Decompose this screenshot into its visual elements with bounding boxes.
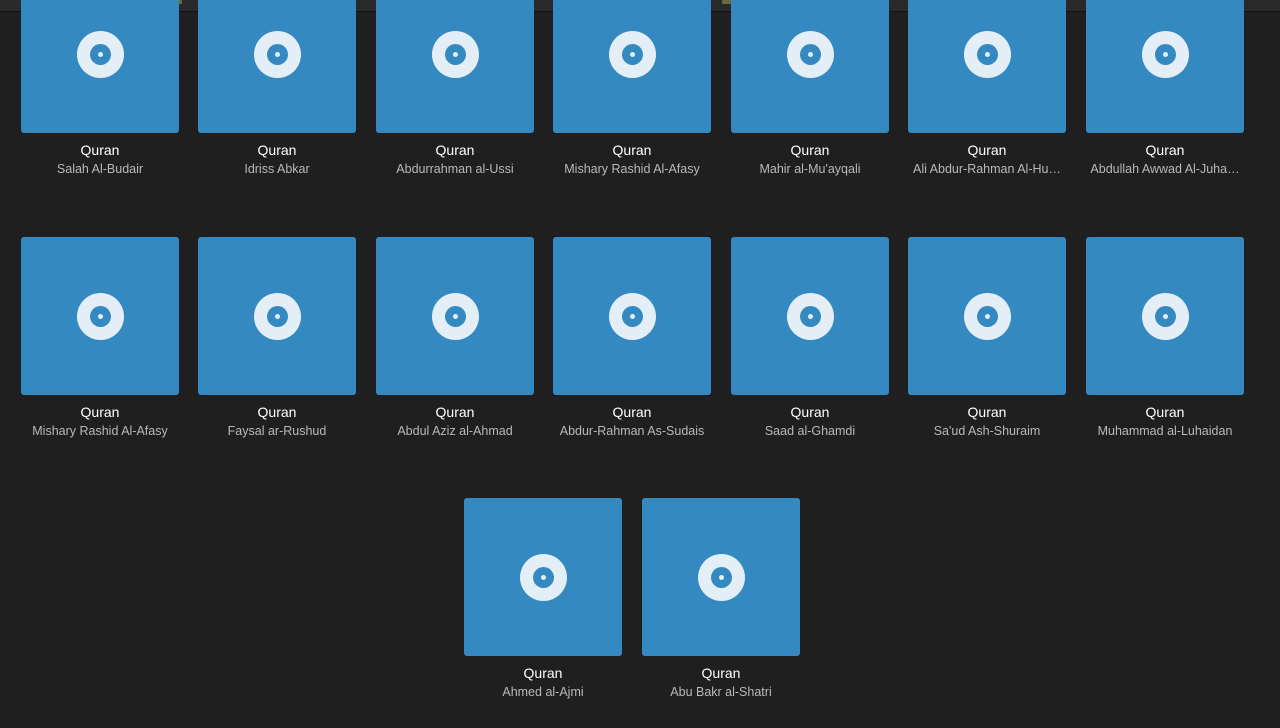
album-cover[interactable] [376, 237, 534, 395]
album-artist[interactable]: Mishary Rashid Al-Afasy [10, 423, 190, 440]
album-card[interactable]: Quran Idriss Abkar [197, 0, 357, 195]
album-cover[interactable] [1086, 0, 1244, 133]
album-card[interactable]: Quran Abdur-Rahman As-Sudais [552, 237, 712, 457]
album-title[interactable]: Quran [631, 664, 811, 682]
album-cover[interactable] [21, 0, 179, 133]
album-card[interactable]: Quran Mishary Rashid Al-Afasy [20, 237, 180, 457]
album-cover[interactable] [553, 0, 711, 133]
album-card[interactable]: Quran Ali Abdur-Rahman Al-Hu… [907, 0, 1067, 195]
album-row: Quran Mishary Rashid Al-Afasy Quran Fays… [0, 237, 1280, 467]
album-card[interactable]: Quran Abdurrahman al-Ussi [375, 0, 535, 195]
album-card[interactable]: Quran Abu Bakr al-Shatri [641, 498, 801, 718]
album-artist[interactable]: Sa'ud Ash-Shuraim [897, 423, 1077, 440]
album-artist[interactable]: Faysal ar-Rushud [187, 423, 367, 440]
album-cover[interactable] [21, 237, 179, 395]
album-cover[interactable] [1086, 237, 1244, 395]
album-card[interactable]: Quran Abdul Aziz al-Ahmad [375, 237, 535, 457]
album-cover[interactable] [464, 498, 622, 656]
album-cover[interactable] [198, 0, 356, 133]
album-artist[interactable]: Abdurrahman al-Ussi [365, 161, 545, 178]
disc-icon [254, 293, 301, 340]
disc-icon [432, 31, 479, 78]
album-card[interactable]: Quran Faysal ar-Rushud [197, 237, 357, 457]
album-artist[interactable]: Salah Al-Budair [10, 161, 190, 178]
album-cover[interactable] [731, 0, 889, 133]
album-card[interactable]: Quran Mishary Rashid Al-Afasy [552, 0, 712, 195]
disc-icon [964, 31, 1011, 78]
album-artist[interactable]: Idriss Abkar [187, 161, 367, 178]
disc-icon [964, 293, 1011, 340]
disc-icon [787, 293, 834, 340]
disc-icon [77, 293, 124, 340]
album-title[interactable]: Quran [453, 664, 633, 682]
disc-icon [254, 31, 301, 78]
album-artist[interactable]: Abdul Aziz al-Ahmad [365, 423, 545, 440]
album-artist[interactable]: Saad al-Ghamdi [720, 423, 900, 440]
album-title[interactable]: Quran [187, 141, 367, 159]
album-cover[interactable] [198, 237, 356, 395]
disc-icon [77, 31, 124, 78]
album-title[interactable]: Quran [1075, 141, 1255, 159]
album-card[interactable]: Quran Salah Al-Budair [20, 0, 180, 195]
album-grid: Quran Salah Al-Budair Quran Idriss Abkar… [0, 0, 1280, 720]
album-cover[interactable] [376, 0, 534, 133]
album-row: Quran Ahmed al-Ajmi Quran Abu Bakr al-Sh… [0, 498, 1280, 728]
album-artist[interactable]: Abdullah Awwad Al-Juha… [1075, 161, 1255, 178]
album-cover[interactable] [553, 237, 711, 395]
disc-icon [520, 554, 567, 601]
album-title[interactable]: Quran [542, 403, 722, 421]
disc-icon [1142, 293, 1189, 340]
disc-icon [432, 293, 479, 340]
disc-icon [698, 554, 745, 601]
album-title[interactable]: Quran [897, 403, 1077, 421]
disc-icon [609, 31, 656, 78]
album-cover[interactable] [908, 0, 1066, 133]
album-card[interactable]: Quran Sa'ud Ash-Shuraim [907, 237, 1067, 457]
album-card[interactable]: Quran Saad al-Ghamdi [730, 237, 890, 457]
album-artist[interactable]: Ahmed al-Ajmi [453, 684, 633, 701]
disc-icon [787, 31, 834, 78]
album-artist[interactable]: Abdur-Rahman As-Sudais [542, 423, 722, 440]
album-cover[interactable] [908, 237, 1066, 395]
album-card[interactable]: Quran Ahmed al-Ajmi [463, 498, 623, 718]
album-title[interactable]: Quran [365, 141, 545, 159]
album-title[interactable]: Quran [10, 403, 190, 421]
album-cover[interactable] [642, 498, 800, 656]
disc-icon [1142, 31, 1189, 78]
album-artist[interactable]: Mishary Rashid Al-Afasy [542, 161, 722, 178]
disc-icon [609, 293, 656, 340]
album-title[interactable]: Quran [10, 141, 190, 159]
album-title[interactable]: Quran [897, 141, 1077, 159]
album-title[interactable]: Quran [365, 403, 545, 421]
album-title[interactable]: Quran [542, 141, 722, 159]
album-artist[interactable]: Muhammad al-Luhaidan [1075, 423, 1255, 440]
album-row: Quran Salah Al-Budair Quran Idriss Abkar… [0, 0, 1280, 205]
album-title[interactable]: Quran [187, 403, 367, 421]
album-card[interactable]: Quran Abdullah Awwad Al-Juha… [1085, 0, 1245, 195]
album-card[interactable]: Quran Mahir al-Mu'ayqali [730, 0, 890, 195]
album-title[interactable]: Quran [720, 141, 900, 159]
album-title[interactable]: Quran [720, 403, 900, 421]
album-artist[interactable]: Abu Bakr al-Shatri [631, 684, 811, 701]
album-card[interactable]: Quran Muhammad al-Luhaidan [1085, 237, 1245, 457]
album-artist[interactable]: Mahir al-Mu'ayqali [720, 161, 900, 178]
album-artist[interactable]: Ali Abdur-Rahman Al-Hu… [897, 161, 1077, 178]
album-title[interactable]: Quran [1075, 403, 1255, 421]
album-cover[interactable] [731, 237, 889, 395]
